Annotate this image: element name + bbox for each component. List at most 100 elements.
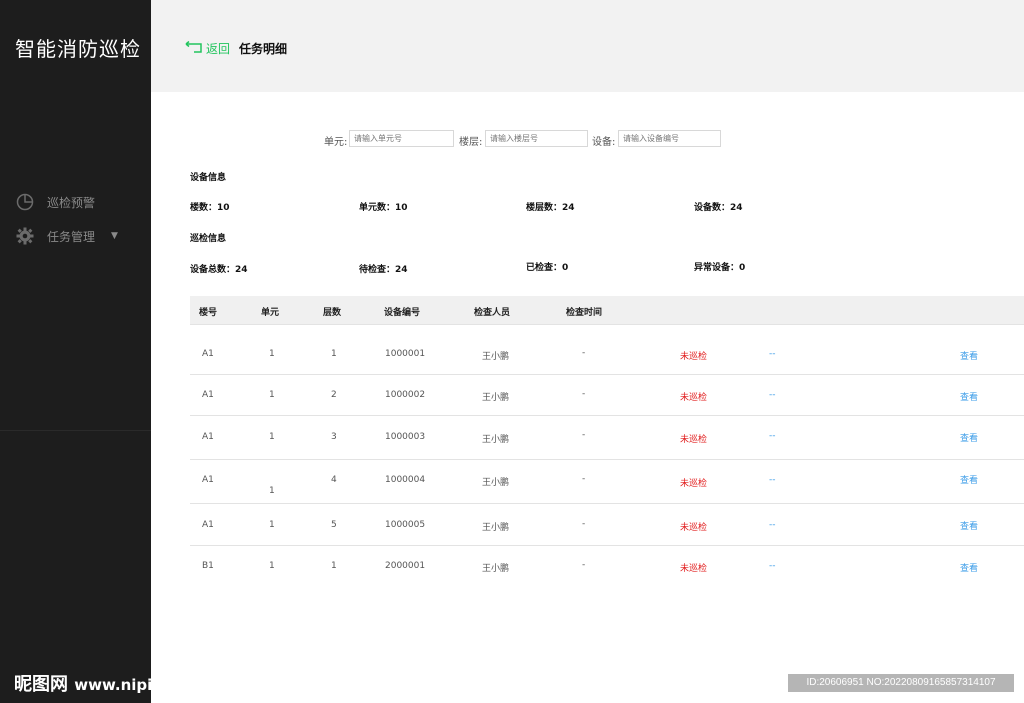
view-link[interactable]: 查看: [960, 390, 978, 403]
table-divider: [190, 415, 1024, 416]
cell-floor: 5: [331, 520, 337, 530]
watermark-url: www.nipic.com: [74, 676, 202, 694]
cell-device-id: 1000002: [385, 390, 426, 400]
table-divider: [190, 324, 1024, 325]
cell-building: A1: [202, 390, 214, 400]
view-link[interactable]: 查看: [960, 431, 978, 444]
floor-label: 楼层:: [459, 137, 483, 148]
cell-unit: 1: [269, 432, 275, 442]
sidebar-item-label: 任务管理: [47, 229, 96, 244]
cell-device-id: 2000001: [385, 561, 426, 571]
cell-unit: 1: [269, 390, 275, 400]
watermark-id: ID:20606951 NO:20220809165857314107: [788, 674, 1014, 692]
stat-buildings: 楼数：10: [190, 203, 230, 213]
view-link[interactable]: 查看: [960, 561, 978, 574]
col-floor: 层数: [323, 308, 342, 318]
cell-inspector: 王小鹏: [482, 435, 510, 445]
cell-result: --: [769, 561, 776, 571]
status-badge: 未巡检: [680, 523, 708, 533]
cell-building: A1: [202, 520, 214, 530]
status-badge: 未巡检: [680, 352, 708, 362]
table-divider: [190, 459, 1024, 460]
cell-building: B1: [202, 561, 214, 571]
pie-chart-icon: [16, 193, 34, 211]
cell-device-id: 1000003: [385, 432, 426, 442]
chevron-down-icon[interactable]: ▼: [111, 231, 118, 241]
cell-device-id: 1000004: [385, 475, 426, 485]
cell-result: --: [769, 431, 776, 441]
unit-label: 单元:: [324, 137, 348, 148]
sidebar-divider: [0, 430, 151, 431]
stat-devices: 设备数：24: [694, 203, 743, 213]
col-device-id: 设备编号: [384, 308, 421, 318]
patrol-info-title: 巡检信息: [190, 234, 227, 244]
stat-units: 单元数：10: [359, 203, 408, 213]
cell-inspector: 王小鹏: [482, 352, 510, 362]
view-link[interactable]: 查看: [960, 349, 978, 362]
cell-unit: 1: [269, 486, 275, 496]
floor-input[interactable]: [485, 130, 588, 147]
stat-total-devices: 设备总数：24: [190, 265, 248, 275]
cell-check-time: -: [582, 519, 586, 529]
device-input[interactable]: [618, 130, 721, 147]
cell-result: --: [769, 390, 776, 400]
cell-inspector: 王小鹏: [482, 564, 510, 574]
col-inspector: 检查人员: [474, 308, 511, 318]
device-label: 设备:: [592, 137, 616, 148]
sidebar: 智能消防巡检 巡检预警 任务管理 ▼ 昵图网 www.nipic.com: [0, 0, 202, 703]
watermark-brand: 昵图网 www.nipic.com: [14, 670, 202, 696]
status-badge: 未巡检: [680, 479, 708, 489]
device-info-title: 设备信息: [190, 173, 227, 183]
back-button[interactable]: 返回: [185, 40, 230, 57]
status-badge: 未巡检: [680, 564, 708, 574]
col-building: 楼号: [199, 308, 218, 318]
cell-building: A1: [202, 349, 214, 359]
col-unit: 单元: [261, 308, 280, 318]
status-badge: 未巡检: [680, 435, 708, 445]
col-check-time: 检查时间: [566, 308, 603, 318]
cell-unit: 1: [269, 520, 275, 530]
sidebar-item-task-management[interactable]: 任务管理 ▼: [16, 225, 118, 247]
table-header: 楼号 单元 层数 设备编号 检查人员 检查时间: [190, 296, 1024, 324]
back-label: 返回: [206, 42, 231, 56]
cell-inspector: 王小鹏: [482, 523, 510, 533]
cell-inspector: 王小鹏: [482, 478, 510, 488]
status-badge: 未巡检: [680, 393, 708, 403]
cell-building: A1: [202, 475, 214, 485]
cell-floor: 3: [331, 432, 337, 442]
stat-checked: 已检查：0: [526, 263, 569, 273]
cell-building: A1: [202, 432, 214, 442]
cell-check-time: -: [582, 560, 586, 570]
cell-check-time: -: [582, 430, 586, 440]
app-title: 智能消防巡检: [15, 37, 141, 61]
cell-unit: 1: [269, 349, 275, 359]
table-divider: [190, 545, 1024, 546]
table-divider: [190, 503, 1024, 504]
header: 返回 任务明细: [151, 0, 1024, 92]
gear-icon: [16, 227, 34, 245]
view-link[interactable]: 查看: [960, 473, 978, 486]
cell-device-id: 1000001: [385, 349, 426, 359]
cell-floor: 4: [331, 475, 337, 485]
unit-input[interactable]: [349, 130, 454, 147]
view-link[interactable]: 查看: [960, 519, 978, 532]
sidebar-item-label: 巡检预警: [47, 195, 96, 210]
stat-abnormal: 异常设备：0: [694, 263, 746, 273]
back-arrow-icon: [185, 40, 203, 56]
cell-result: --: [769, 520, 776, 530]
stat-floors: 楼层数：24: [526, 203, 575, 213]
cell-result: --: [769, 349, 776, 359]
sidebar-item-patrol-warning[interactable]: 巡检预警: [16, 191, 95, 213]
table-divider: [190, 374, 1024, 375]
cell-check-time: -: [582, 389, 586, 399]
cell-device-id: 1000005: [385, 520, 426, 530]
cell-check-time: -: [582, 348, 586, 358]
cell-inspector: 王小鹏: [482, 393, 510, 403]
cell-floor: 1: [331, 561, 337, 571]
stat-pending: 待检查：24: [359, 265, 408, 275]
cell-floor: 1: [331, 349, 337, 359]
cell-unit: 1: [269, 561, 275, 571]
page-title: 任务明细: [239, 42, 288, 56]
cell-check-time: -: [582, 474, 586, 484]
cell-floor: 2: [331, 390, 337, 400]
